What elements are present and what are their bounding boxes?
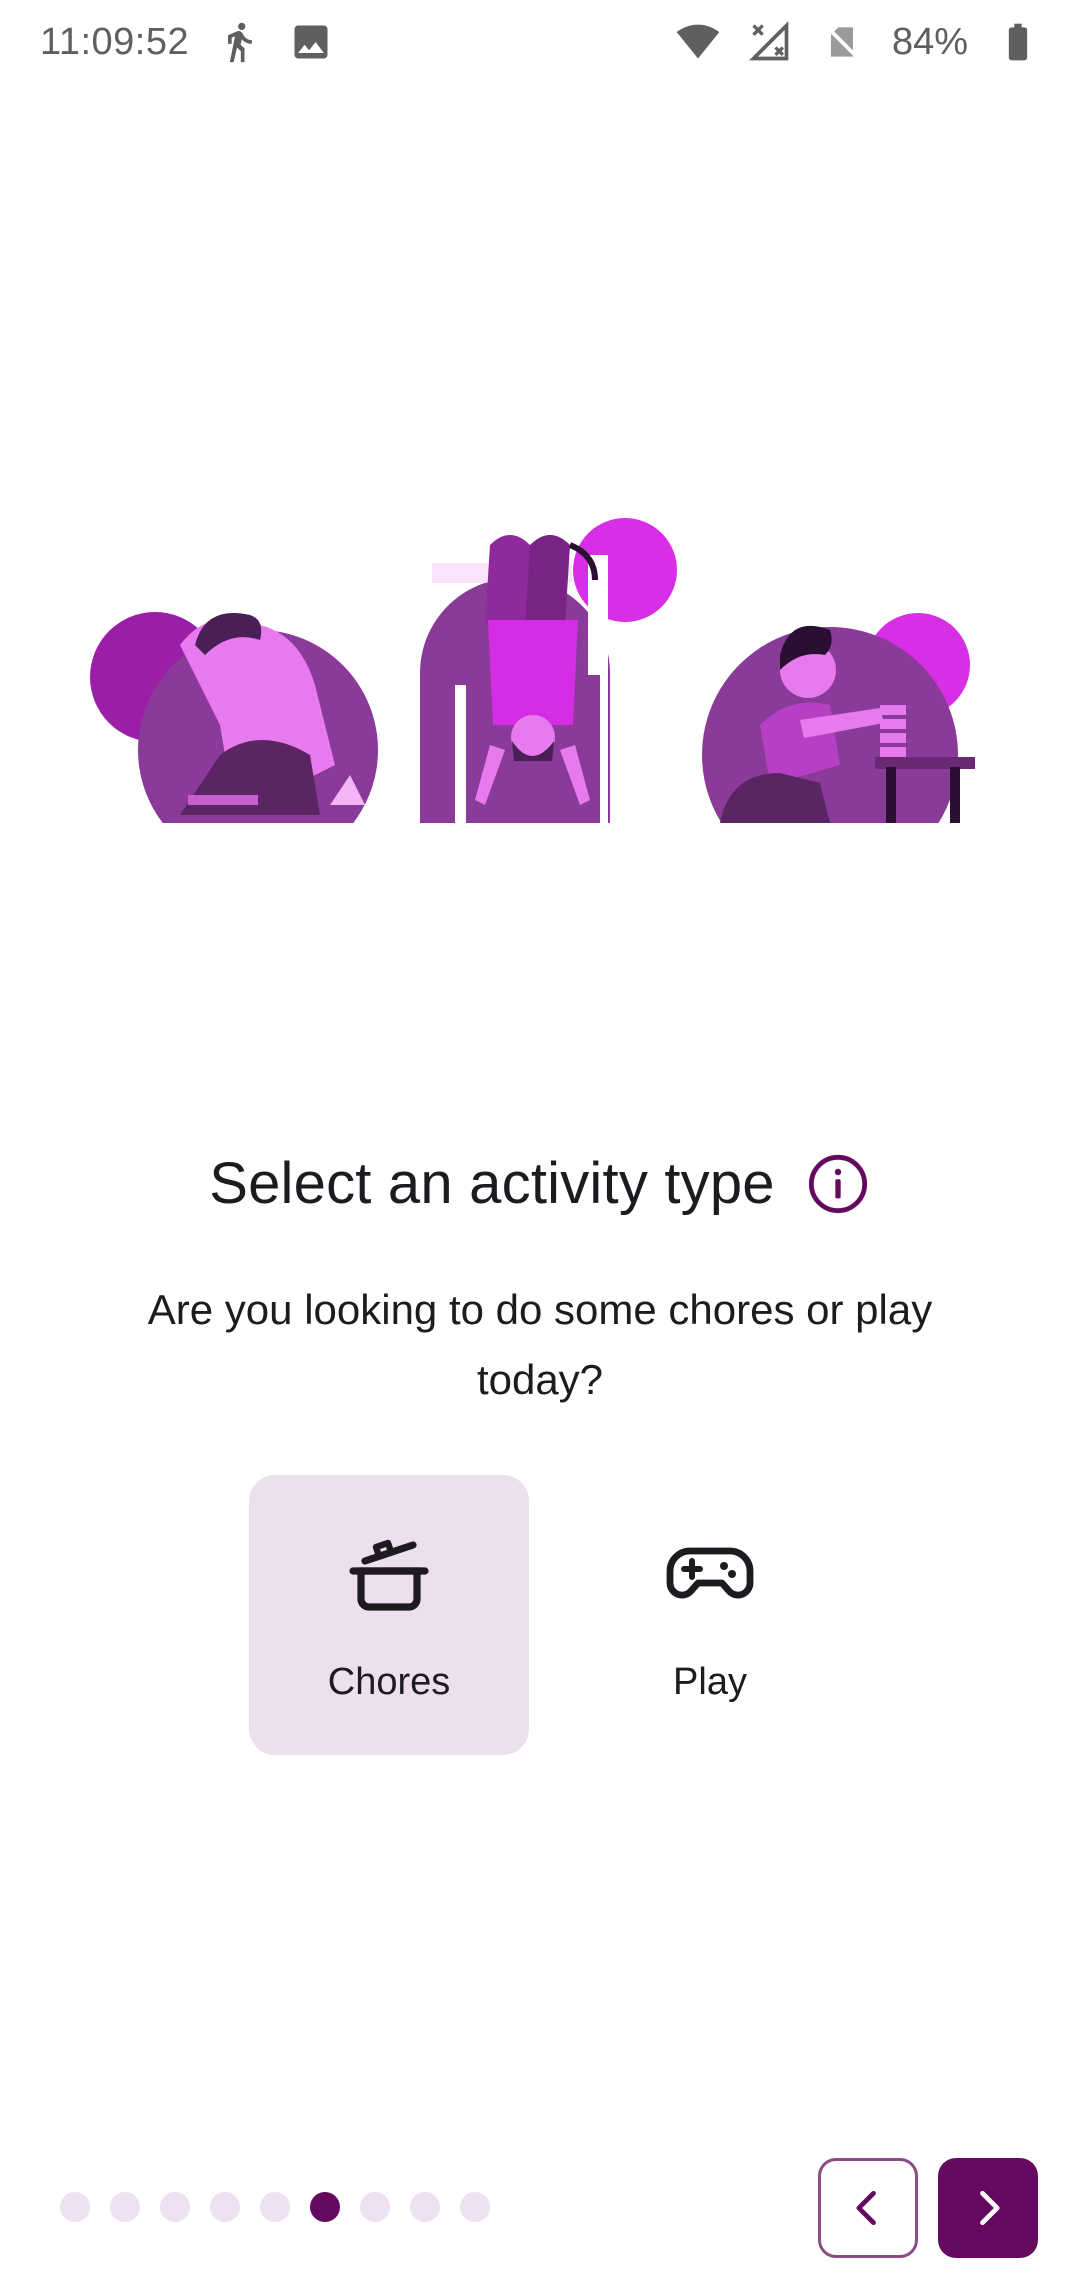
chevron-left-icon (856, 2190, 876, 2226)
page-dot (410, 2192, 440, 2222)
back-button[interactable] (818, 2158, 918, 2258)
page-dot (160, 2192, 190, 2222)
next-button[interactable] (938, 2158, 1038, 2258)
activity-illustration (90, 518, 975, 823)
page-dot (210, 2192, 240, 2222)
status-left: 11:09:52 (40, 20, 333, 64)
title-row: Select an activity type (0, 1150, 1080, 1217)
play-option[interactable]: Play (570, 1475, 850, 1755)
walking-icon (217, 20, 261, 64)
status-time: 11:09:52 (40, 20, 190, 63)
wifi-icon (676, 20, 720, 64)
page-dot (460, 2192, 490, 2222)
chevron-right-icon (980, 2190, 1000, 2226)
chores-label: Chores (327, 1661, 451, 1703)
battery-percent: 84% (891, 20, 968, 63)
page-dot-active (310, 2192, 340, 2222)
status-bar: 11:09:52 84% (0, 0, 1080, 84)
page-dot (260, 2192, 290, 2222)
info-icon[interactable] (806, 1152, 870, 1216)
chores-option[interactable]: Chores (249, 1475, 529, 1755)
page-dot (360, 2192, 390, 2222)
hero-illustration (80, 505, 1000, 825)
page-dot (110, 2192, 140, 2222)
page-dot (60, 2192, 90, 2222)
battery-icon (996, 20, 1040, 64)
play-label: Play (673, 1661, 747, 1703)
pagination-dots (60, 2192, 490, 2222)
status-right: 84% (676, 20, 1040, 64)
page-subtitle: Are you looking to do some chores or pla… (147, 1286, 933, 1403)
info-button[interactable] (805, 1151, 871, 1217)
image-icon (289, 20, 333, 64)
no-sim-icon (820, 20, 864, 64)
no-signal-icon (748, 20, 792, 64)
screen: 11:09:52 84% Select an activity type Are… (0, 0, 1080, 2280)
page-title: Select an activity type (209, 1151, 775, 1216)
pot-icon (341, 1527, 437, 1623)
gamepad-icon (662, 1527, 758, 1623)
